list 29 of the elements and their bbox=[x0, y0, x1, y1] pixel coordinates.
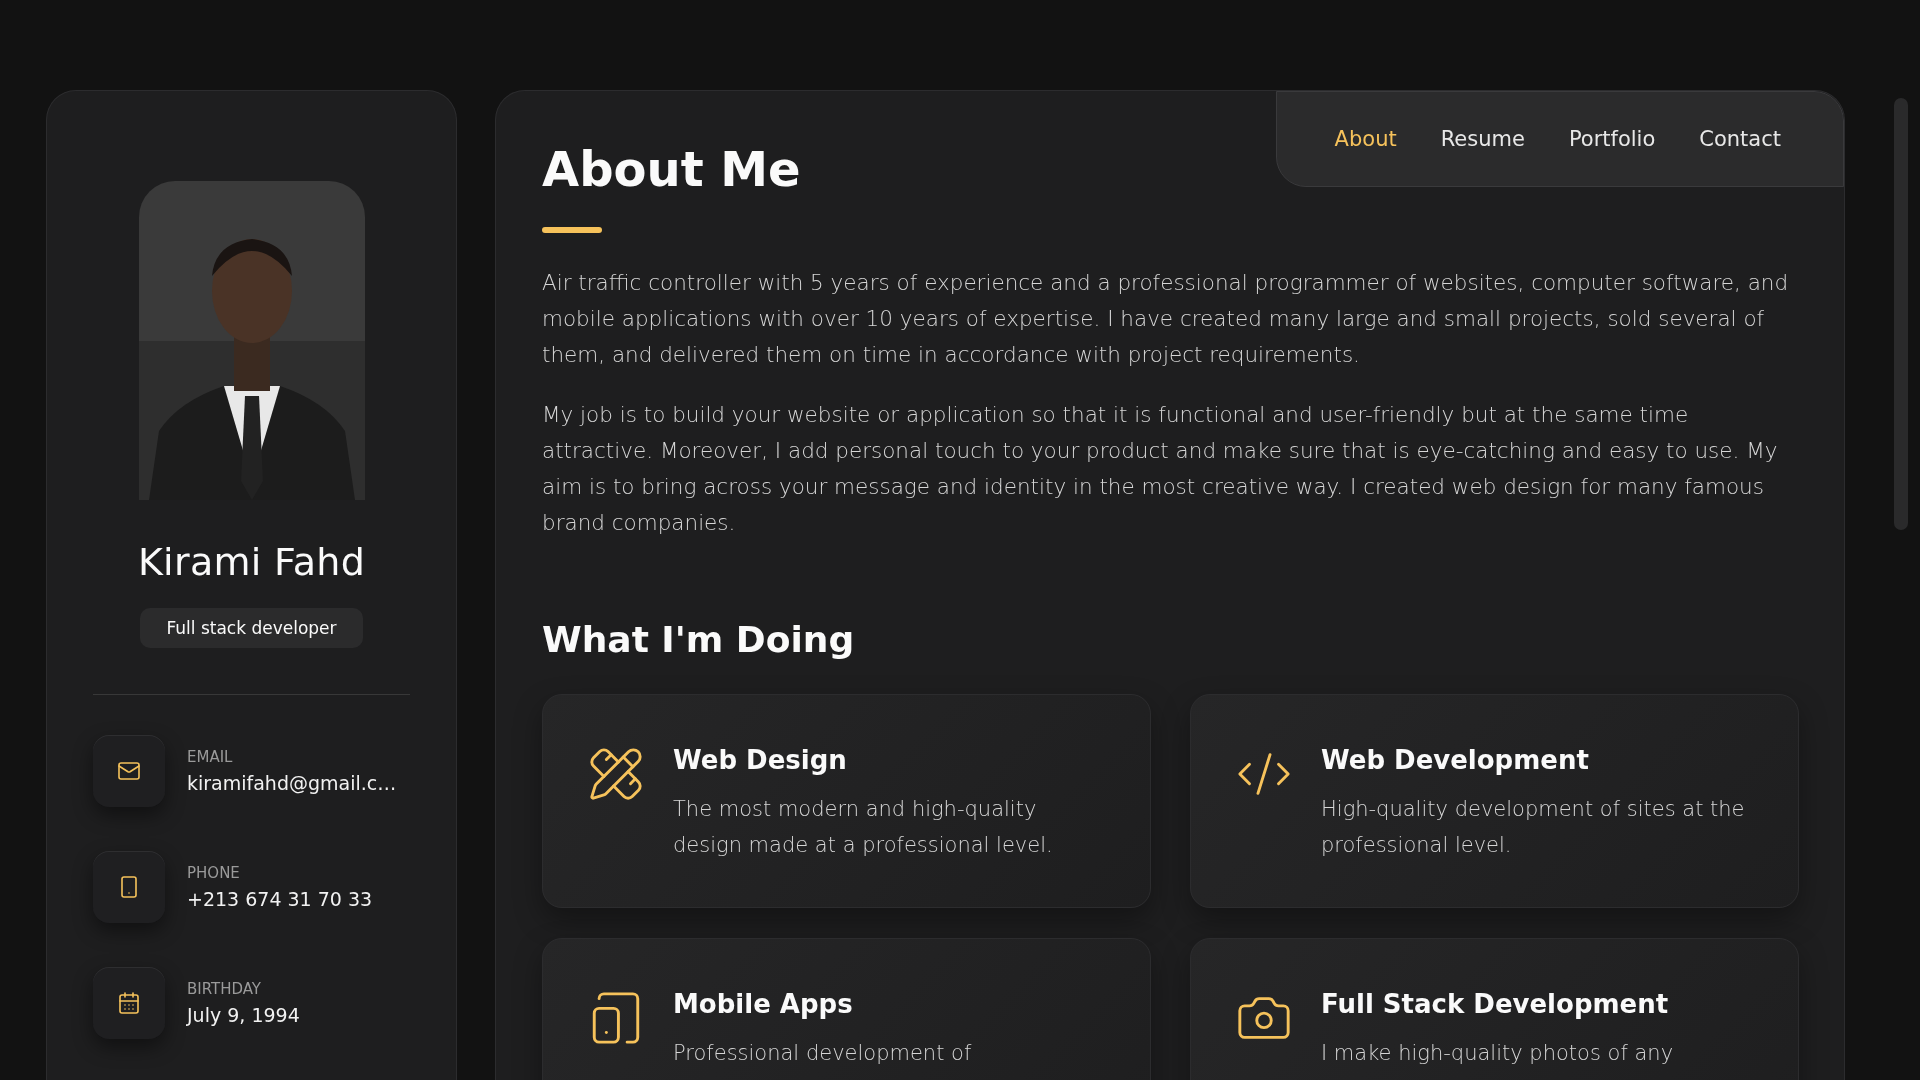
contact-value: +213 674 31 70 33 bbox=[187, 888, 373, 910]
service-description: Professional development of bbox=[673, 1040, 972, 1067]
nav-tab[interactable]: Contact bbox=[1687, 127, 1793, 151]
section-title: About Me bbox=[542, 141, 802, 197]
nav-tab[interactable]: Portfolio bbox=[1556, 127, 1668, 151]
service-title: Web Development bbox=[1321, 745, 1590, 775]
section-title: What I'm Doing bbox=[542, 619, 856, 660]
service-title: Web Design bbox=[673, 745, 848, 775]
service-description: The most modern and high-quality design made at a professional level. bbox=[673, 796, 1054, 859]
mail-icon bbox=[117, 759, 141, 783]
about-paragraph: Air traffic controller with 5 years of experience and a professional programmer of websites, computer software, and mobile applications with over 10 years of expertise. I have created many large and small projects, sold several of them, and delivered them on time in accordance with project requirements. bbox=[542, 269, 1790, 369]
service-title: Mobile Apps bbox=[673, 989, 854, 1019]
pencil-ruler-icon bbox=[587, 745, 645, 803]
about-paragraph: My job is to build your website or application so that it is functional and user-friendly but at the same time attractive. Moreover, I add personal touch to your product and make sure that is eye-catching and easy to use. My aim is to bring across your message and identity in the most creative way. I created web design for many famous brand companies. bbox=[542, 401, 1779, 537]
nav-tab[interactable]: About bbox=[1322, 127, 1409, 151]
service-title: Full Stack Development bbox=[1321, 989, 1670, 1019]
nav-tab[interactable]: Resume bbox=[1428, 127, 1537, 151]
calendar-icon bbox=[117, 991, 141, 1015]
profile-name: Kirami Fahd bbox=[137, 540, 366, 584]
contact-label: EMAIL bbox=[187, 748, 234, 766]
contact-label: PHONE bbox=[187, 864, 241, 882]
role-badge: Full stack developer bbox=[140, 608, 363, 648]
title-underline bbox=[542, 227, 602, 233]
contact-value[interactable]: kiramifahd@gmail.c… bbox=[187, 772, 397, 794]
contact-value: July 9, 1994 bbox=[187, 1004, 300, 1026]
service-description: I make high-quality photos of any bbox=[1321, 1040, 1674, 1067]
scrollbar[interactable] bbox=[1894, 98, 1908, 530]
contact-label: BIRTHDAY bbox=[187, 980, 263, 998]
service-description: High-quality development of sites at the professional level. bbox=[1321, 796, 1746, 859]
